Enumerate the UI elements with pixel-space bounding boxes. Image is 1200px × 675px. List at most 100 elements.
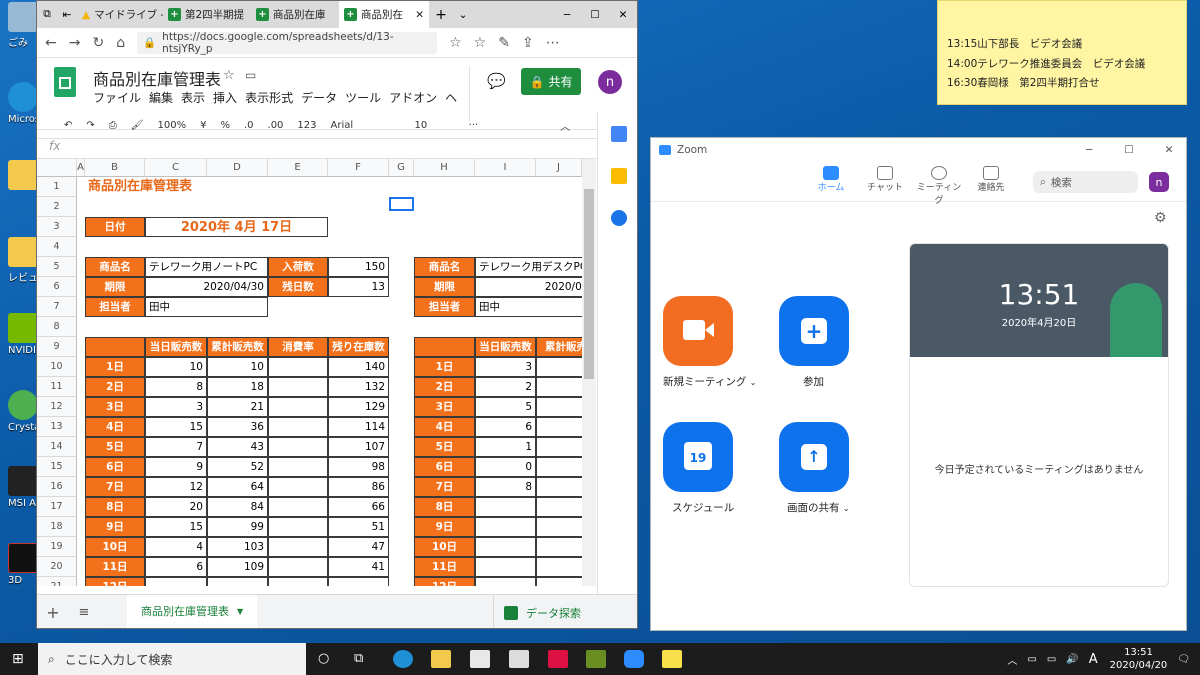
table-header-cell[interactable] xyxy=(85,337,145,357)
consumption-rate-cell[interactable] xyxy=(268,437,328,457)
sheet-title-cell[interactable]: 商品別在庫管理表 xyxy=(85,177,268,197)
col-header-g[interactable]: G xyxy=(389,159,414,177)
edge-taskbar-icon[interactable] xyxy=(393,650,413,668)
row-header[interactable]: 14 xyxy=(37,437,77,457)
row-header[interactable]: 19 xyxy=(37,537,77,557)
table-header-cell[interactable]: 当日販売数 xyxy=(475,337,536,357)
cumulative-sales-cell[interactable] xyxy=(207,577,268,586)
tab-drive[interactable]: ▲ マイドライブ - xyxy=(77,1,163,28)
consumption-rate-cell[interactable] xyxy=(268,577,328,586)
day-label-cell[interactable]: 8日 xyxy=(85,497,145,517)
store-taskbar-icon[interactable] xyxy=(470,650,490,668)
days-left-label-cell[interactable]: 残日数 xyxy=(268,277,328,297)
taskbar-search[interactable]: ⌕ ここに入力して検索 xyxy=(38,643,306,675)
tab-inventory-1[interactable]: + 商品別在庫 xyxy=(251,1,339,28)
daily-sales-cell[interactable]: 4 xyxy=(145,537,207,557)
day-label-cell[interactable]: 10日 xyxy=(85,537,145,557)
zoom-search-input[interactable]: ⌕ 検索 xyxy=(1033,171,1138,193)
table-header-cell[interactable]: 消費率 xyxy=(268,337,328,357)
tab-list-chevron-icon[interactable]: ⌄ xyxy=(453,9,473,21)
day-label-cell[interactable]: 7日 xyxy=(85,477,145,497)
remaining-stock-cell[interactable]: 107 xyxy=(328,437,389,457)
network-icon[interactable]: ▭ xyxy=(1027,654,1036,665)
incoming-label-cell[interactable]: 入荷数 xyxy=(268,257,328,277)
join-label[interactable]: 参加 xyxy=(803,374,824,389)
day-label-cell[interactable]: 2日 xyxy=(414,377,475,397)
daily-sales-cell[interactable]: 15 xyxy=(145,417,207,437)
row-header[interactable]: 21 xyxy=(37,577,77,586)
row-header[interactable]: 2 xyxy=(37,197,77,217)
product-name-cell[interactable]: テレワーク用デスクPC xyxy=(475,257,582,277)
number-format-select[interactable]: 123 xyxy=(297,120,316,131)
col-header-a[interactable]: A xyxy=(77,159,85,177)
product-name-cell[interactable]: テレワーク用ノートPC xyxy=(145,257,268,277)
day-label-cell[interactable]: 9日 xyxy=(414,517,475,537)
cumulative-sales-cell[interactable] xyxy=(536,517,582,537)
all-sheets-icon[interactable]: ≡ xyxy=(69,605,99,620)
date-value-cell[interactable]: 2020年 4月 17日 xyxy=(145,217,328,237)
daily-sales-cell[interactable]: 10 xyxy=(145,357,207,377)
days-left-value-cell[interactable]: 13 xyxy=(328,277,389,297)
zoom-close-icon[interactable]: ✕ xyxy=(1152,144,1186,156)
schedule-label[interactable]: スケジュール xyxy=(672,500,734,515)
consumption-rate-cell[interactable] xyxy=(268,517,328,537)
join-button[interactable]: + xyxy=(779,296,849,366)
daily-sales-cell[interactable]: 5 xyxy=(475,397,536,417)
day-label-cell[interactable]: 6日 xyxy=(85,457,145,477)
more-toolbar-button[interactable]: ··· xyxy=(469,120,479,131)
day-label-cell[interactable]: 12日 xyxy=(414,577,475,586)
col-header-i[interactable]: I xyxy=(475,159,536,177)
consumption-rate-cell[interactable] xyxy=(268,357,328,377)
sheets-logo-icon[interactable] xyxy=(54,67,76,97)
zoom-tab-chat[interactable]: チャット xyxy=(863,166,907,193)
menu-help[interactable]: ヘ xyxy=(445,89,457,106)
row-header[interactable]: 6 xyxy=(37,277,77,297)
owner-value-cell[interactable]: 田中 xyxy=(145,297,268,317)
cumulative-sales-cell[interactable]: 52 xyxy=(207,457,268,477)
cumulative-sales-cell[interactable]: 109 xyxy=(207,557,268,577)
day-label-cell[interactable]: 1日 xyxy=(85,357,145,377)
paint-taskbar-icon[interactable] xyxy=(586,650,606,668)
daily-sales-cell[interactable] xyxy=(475,537,536,557)
row-header[interactable]: 20 xyxy=(37,557,77,577)
task-view-icon[interactable]: ⧉ xyxy=(354,651,363,666)
row-header[interactable]: 5 xyxy=(37,257,77,277)
zoom-maximize-icon[interactable]: ☐ xyxy=(1112,144,1146,156)
day-label-cell[interactable]: 8日 xyxy=(414,497,475,517)
tasks-icon[interactable] xyxy=(611,210,627,226)
zoom-tab-home[interactable]: ホーム xyxy=(809,166,853,193)
daily-sales-cell[interactable]: 15 xyxy=(145,517,207,537)
tab-actions-icon[interactable]: ⧉ xyxy=(37,8,57,21)
comments-icon[interactable]: 💬 xyxy=(487,72,506,90)
day-label-cell[interactable]: 7日 xyxy=(414,477,475,497)
menu-view[interactable]: 表示 xyxy=(181,89,205,106)
share-icon[interactable]: ⇪ xyxy=(522,35,534,51)
row-header[interactable]: 18 xyxy=(37,517,77,537)
daily-sales-cell[interactable]: 9 xyxy=(145,457,207,477)
redo-icon[interactable]: ↷ xyxy=(86,120,94,131)
incoming-value-cell[interactable]: 150 xyxy=(328,257,389,277)
vertical-scrollbar[interactable] xyxy=(582,159,596,586)
back-icon[interactable]: ← xyxy=(45,35,57,51)
daily-sales-cell[interactable]: 8 xyxy=(475,477,536,497)
collapse-chevron-icon[interactable]: ︿ xyxy=(560,118,570,133)
selected-cell-outline[interactable] xyxy=(389,197,414,211)
new-tab-icon[interactable]: + xyxy=(429,7,453,23)
forward-icon[interactable]: → xyxy=(69,35,81,51)
cumulative-sales-cell[interactable] xyxy=(536,397,582,417)
table-header-cell[interactable] xyxy=(414,337,475,357)
cumulative-sales-cell[interactable] xyxy=(536,377,582,397)
zoom-taskbar-icon[interactable] xyxy=(624,650,644,668)
remaining-stock-cell[interactable]: 66 xyxy=(328,497,389,517)
deadline-value-cell[interactable]: 2020/04/30 xyxy=(145,277,268,297)
volume-icon[interactable]: 🔊 xyxy=(1066,654,1078,665)
consumption-rate-cell[interactable] xyxy=(268,537,328,557)
url-field[interactable]: 🔒 https://docs.google.com/spreadsheets/d/… xyxy=(137,31,438,55)
col-header-c[interactable]: C xyxy=(145,159,207,177)
back-tabs-icon[interactable]: ⇤ xyxy=(57,9,77,21)
menu-data[interactable]: データ xyxy=(301,89,337,106)
consumption-rate-cell[interactable] xyxy=(268,457,328,477)
owner-label-cell[interactable]: 担当者 xyxy=(414,297,475,317)
daily-sales-cell[interactable]: 12 xyxy=(145,477,207,497)
remaining-stock-cell[interactable]: 140 xyxy=(328,357,389,377)
